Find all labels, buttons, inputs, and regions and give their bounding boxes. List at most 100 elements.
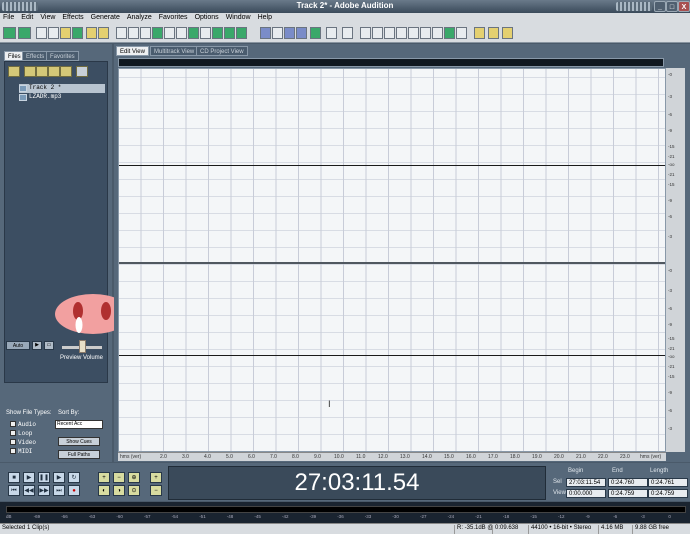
envelope-icon[interactable] <box>408 27 419 39</box>
time-selection-icon[interactable] <box>48 27 59 39</box>
checkbox[interactable] <box>10 448 16 455</box>
info-icon[interactable] <box>342 27 353 39</box>
record-icon[interactable]: ● <box>68 485 80 496</box>
go-to-end-icon[interactable]: ⏭ <box>53 485 65 496</box>
paste-new-icon[interactable] <box>188 27 199 39</box>
undo-icon[interactable] <box>116 27 127 39</box>
align-center-icon[interactable] <box>372 27 383 39</box>
open-file-icon[interactable] <box>8 66 20 77</box>
view-begin-field[interactable]: 0:00.000 <box>566 489 606 498</box>
edit-view-icon[interactable] <box>3 27 16 39</box>
full-paths-button[interactable]: Full Paths <box>58 450 100 459</box>
close-file-icon[interactable] <box>36 66 48 77</box>
tab-edit-view[interactable]: Edit View <box>116 46 149 56</box>
zoom-in-vertical-icon[interactable]: + <box>150 472 162 483</box>
play-icon[interactable]: ▶ <box>23 472 35 483</box>
menu-generate[interactable]: Generate <box>88 13 123 24</box>
tab-favorites[interactable]: Favorites <box>46 51 79 61</box>
insert-icon[interactable] <box>48 66 60 77</box>
preview-volume-slider[interactable] <box>79 340 86 353</box>
repeat-icon[interactable] <box>140 27 151 39</box>
stop-icon[interactable]: ■ <box>8 472 20 483</box>
zoom-selection-icon[interactable]: ⊙ <box>128 485 140 496</box>
copy-icon[interactable] <box>152 27 163 39</box>
folder-icon[interactable] <box>86 27 97 39</box>
zoom-full-icon[interactable]: ⊕ <box>128 472 140 483</box>
select-icon[interactable] <box>396 27 407 39</box>
spectral-pan-icon[interactable] <box>310 27 321 39</box>
overview-bar[interactable] <box>118 58 664 67</box>
waveform-display[interactable] <box>118 68 666 452</box>
maximize-button[interactable]: □ <box>666 1 678 12</box>
menu-file[interactable]: File <box>0 13 17 24</box>
grid-icon[interactable] <box>444 27 455 39</box>
loop-preview-button[interactable]: ▭ <box>44 341 54 350</box>
hybrid-tool-icon[interactable] <box>36 27 47 39</box>
import-icon[interactable] <box>24 66 36 77</box>
loop-icon[interactable]: ↻ <box>68 472 80 483</box>
cut-icon[interactable] <box>164 27 175 39</box>
spectral-icon[interactable] <box>272 27 283 39</box>
cue-icon[interactable] <box>420 27 431 39</box>
checkbox[interactable] <box>10 439 16 446</box>
markers-icon[interactable] <box>236 27 247 39</box>
clip-icon[interactable] <box>474 27 485 39</box>
type-video[interactable]: Video <box>10 439 36 446</box>
sel-begin-field[interactable]: 27:03:11.54 <box>566 478 606 487</box>
go-to-start-icon[interactable]: ⏮ <box>8 485 20 496</box>
checkbox[interactable] <box>10 430 16 437</box>
zoom-out-vertical-icon[interactable]: − <box>150 485 162 496</box>
menu-window[interactable]: Window <box>223 13 254 24</box>
zoom-in-horizontal-icon[interactable]: + <box>98 472 110 483</box>
minimize-button[interactable]: _ <box>654 1 666 12</box>
trim-icon[interactable] <box>212 27 223 39</box>
menu-options[interactable]: Options <box>192 13 222 24</box>
options-icon[interactable] <box>76 66 88 77</box>
type-midi[interactable]: MIDI <box>10 448 32 455</box>
checkbox[interactable] <box>10 421 16 428</box>
tab-effects[interactable]: Effects <box>22 51 49 61</box>
help-icon[interactable] <box>502 27 513 39</box>
time-ruler[interactable]: hms (ver) 2.0 3.0 4.0 5.0 6.0 7.0 8.0 9.… <box>118 452 666 461</box>
pan-icon[interactable] <box>284 27 295 39</box>
close-button[interactable]: X <box>678 1 690 12</box>
type-loop[interactable]: Loop <box>10 430 32 437</box>
settings-icon[interactable] <box>488 27 499 39</box>
sel-length-field[interactable]: 0:24.761 <box>648 478 688 487</box>
redo-icon[interactable] <box>128 27 139 39</box>
menu-help[interactable]: Help <box>255 13 275 24</box>
save-icon[interactable] <box>98 27 109 39</box>
edit-file-icon[interactable] <box>60 66 72 77</box>
snap-icon[interactable] <box>224 27 235 39</box>
sel-end-field[interactable]: 0:24.760 <box>608 478 648 487</box>
zoom-right-icon[interactable]: ◑ <box>113 485 125 496</box>
align-left-icon[interactable] <box>360 27 371 39</box>
menu-analyze[interactable]: Analyze <box>124 13 155 24</box>
view-length-field[interactable]: 0:24.759 <box>648 489 688 498</box>
align-right-icon[interactable] <box>384 27 395 39</box>
file-item-track2[interactable]: Track 2 * <box>19 84 105 93</box>
show-cues-button[interactable]: Show Cues <box>58 437 100 446</box>
menu-edit[interactable]: Edit <box>18 13 36 24</box>
region-icon[interactable] <box>432 27 443 39</box>
tab-cd-project-view[interactable]: CD Project View <box>196 46 248 56</box>
paste-icon[interactable] <box>176 27 187 39</box>
phase-icon[interactable] <box>296 27 307 39</box>
menu-effects[interactable]: Effects <box>59 13 86 24</box>
file-item-lzadr[interactable]: LZADR.mp3 <box>19 93 105 102</box>
pause-icon[interactable]: ❚❚ <box>38 472 50 483</box>
multitrack-icon[interactable] <box>18 27 31 39</box>
fast-forward-icon[interactable]: ▶▶ <box>38 485 50 496</box>
tab-multitrack-view[interactable]: Multitrack View <box>150 46 199 56</box>
autoplay-button[interactable]: Auto <box>6 341 30 350</box>
view-end-field[interactable]: 0:24.759 <box>608 489 648 498</box>
mono-icon[interactable] <box>326 27 337 39</box>
play-to-end-icon[interactable]: ▶ <box>53 472 65 483</box>
zoom-left-icon[interactable]: ◐ <box>98 485 110 496</box>
ruler-icon[interactable] <box>456 27 467 39</box>
rewind-icon[interactable]: ◀◀ <box>23 485 35 496</box>
sort-by-select[interactable]: Recent Acc <box>55 420 103 429</box>
type-audio[interactable]: Audio <box>10 421 36 428</box>
menu-view[interactable]: View <box>37 13 58 24</box>
waveform-icon[interactable] <box>260 27 271 39</box>
